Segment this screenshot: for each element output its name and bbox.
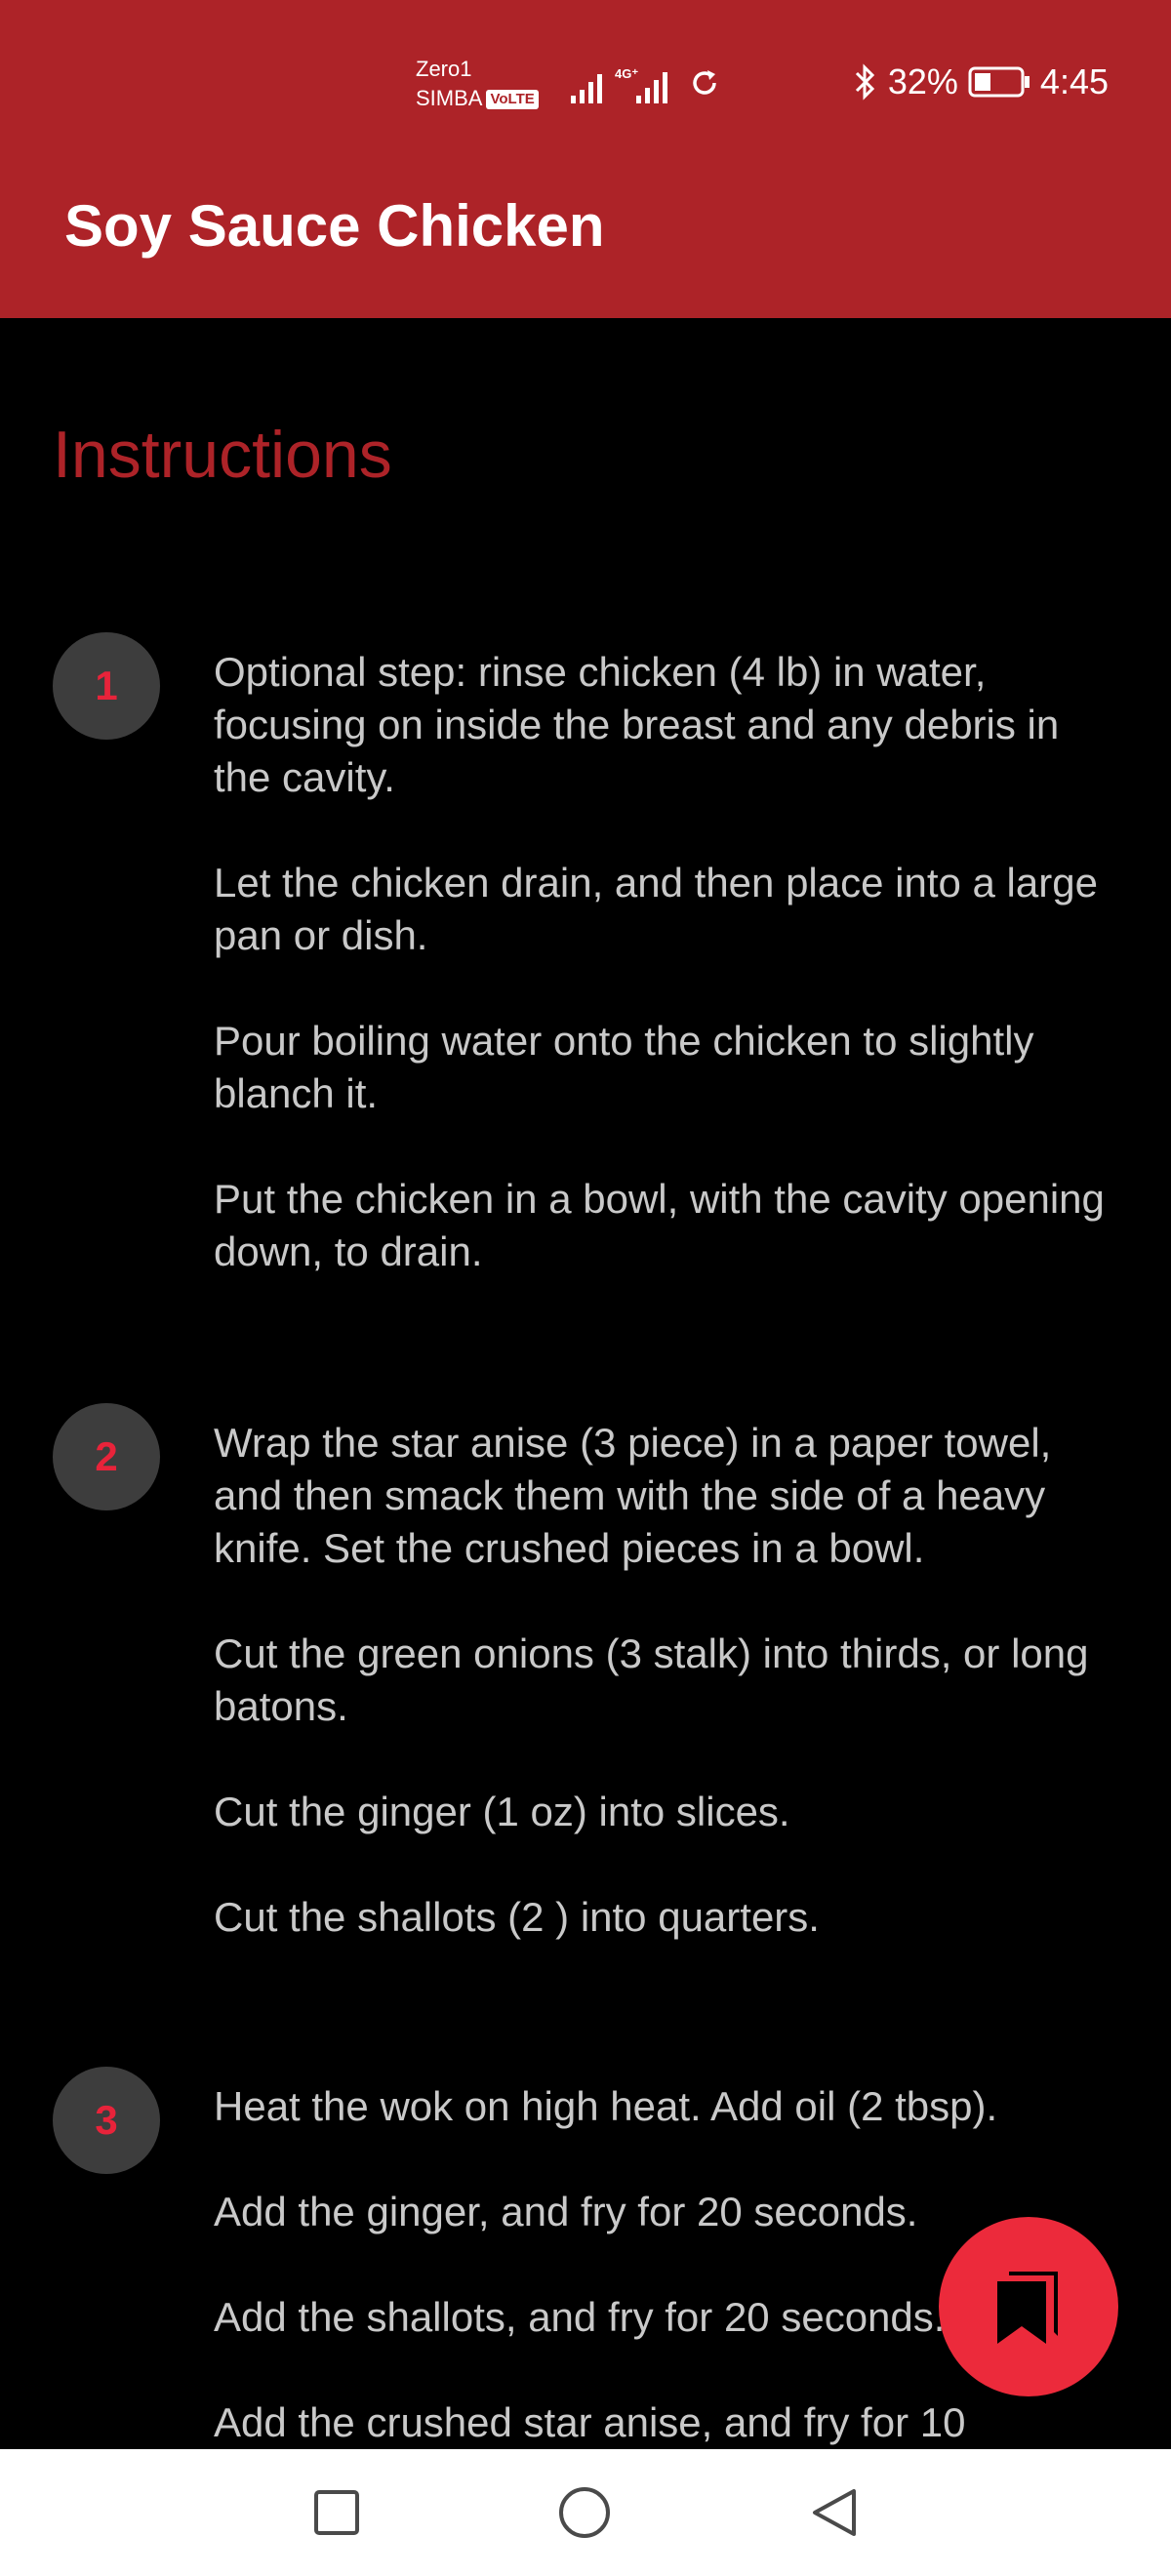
square-icon — [314, 2490, 359, 2535]
battery-icon — [968, 66, 1030, 98]
status-bar: Zero1 SIMBA VoLTE 4G⁺ 32% 4:45 — [0, 0, 1171, 172]
step-number-badge: 1 — [53, 632, 160, 740]
carrier-name-1: Zero1 — [416, 57, 472, 81]
step-paragraph: Cut the ginger (1 oz) into slices. — [214, 1789, 790, 1834]
home-button[interactable] — [550, 2478, 619, 2547]
bookmark-icon — [997, 2272, 1058, 2344]
instructions-panel[interactable]: Instructions 1 Optional step: rinse chic… — [0, 318, 1171, 2449]
step-paragraph: Let the chicken drain, and then place in… — [214, 860, 1098, 958]
triangle-back-icon — [813, 2489, 856, 2536]
step-paragraph: Cut the green onions (3 stalk) into thir… — [214, 1630, 1089, 1729]
system-nav-bar — [0, 2449, 1171, 2576]
carrier-info: Zero1 SIMBA VoLTE — [416, 55, 539, 113]
volte-badge: VoLTE — [486, 90, 539, 110]
step-paragraph: Optional step: rinse chicken (4 lb) in w… — [214, 649, 1060, 800]
battery-percent: 32% — [887, 61, 958, 101]
step-paragraph: Pour boiling water onto the chicken to s… — [214, 1018, 1034, 1116]
step-paragraph: Heat the wok on high heat. Add oil (2 tb… — [214, 2083, 998, 2129]
step-paragraph: Wrap the star anise (3 piece) in a paper… — [214, 1420, 1052, 1571]
step-paragraph: Add the crushed star anise, and fry for … — [214, 2399, 966, 2445]
clock: 4:45 — [1039, 61, 1109, 101]
bookmark-fab-button[interactable] — [939, 2217, 1118, 2396]
step-number-badge: 3 — [53, 2067, 160, 2174]
step-paragraph: Put the chicken in a bowl, with the cavi… — [214, 1176, 1105, 1274]
svg-text:4G⁺: 4G⁺ — [615, 66, 638, 81]
page-title: Soy Sauce Chicken — [64, 193, 605, 259]
step-paragraph: Cut the shallots (2 ) into quarters. — [214, 1894, 820, 1940]
recent-apps-button[interactable] — [303, 2478, 371, 2547]
bluetooth-icon — [855, 63, 874, 101]
back-button[interactable] — [800, 2478, 868, 2547]
section-title: Instructions — [53, 418, 392, 492]
circle-icon — [559, 2487, 610, 2538]
step-text: Wrap the star anise (3 piece) in a paper… — [214, 1417, 1121, 1996]
signal-icon — [571, 74, 602, 103]
sync-icon — [693, 70, 716, 95]
step-number-badge: 2 — [53, 1403, 160, 1510]
carrier-name-2: SIMBA — [416, 86, 483, 110]
signal-4g-icon: 4G⁺ — [615, 66, 667, 103]
step-text: Optional step: rinse chicken (4 lb) in w… — [214, 646, 1121, 1331]
